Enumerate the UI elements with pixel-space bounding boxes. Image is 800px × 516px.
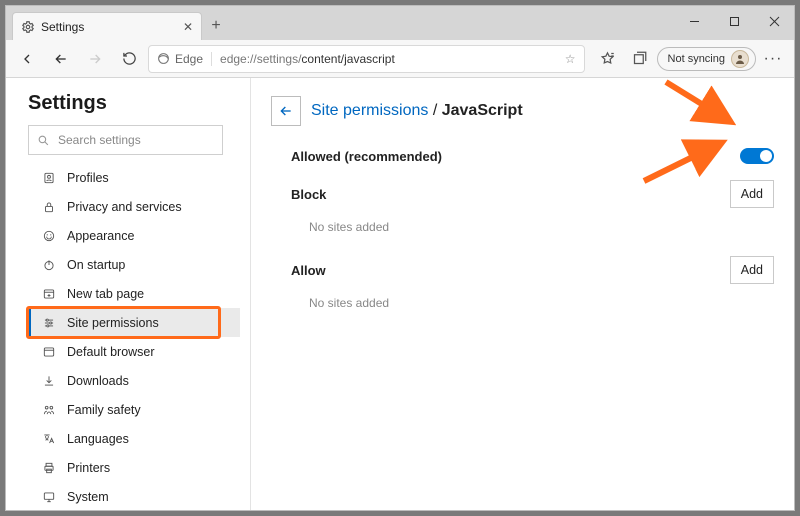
allowed-toggle[interactable] [740, 148, 774, 164]
search-placeholder: Search settings [58, 133, 141, 147]
sidebar-item-label: Downloads [67, 374, 129, 388]
allow-row: Allow Add [271, 248, 774, 292]
allowed-row: Allowed (recommended) [271, 140, 774, 172]
sidebar-item-label: Family safety [67, 403, 141, 417]
breadcrumb-back-button[interactable] [271, 96, 301, 126]
sidebar-item-label: On startup [67, 258, 125, 272]
block-row: Block Add [271, 172, 774, 216]
titlebar: Settings ✕ + [6, 6, 794, 40]
refresh-button[interactable] [114, 44, 144, 74]
address-bar[interactable]: Edge edge://settings/content/javascript … [148, 45, 585, 73]
more-menu-button[interactable]: ··· [758, 44, 788, 74]
sidebar-item-system[interactable]: System [28, 482, 240, 510]
nav-back-arrow[interactable] [46, 44, 76, 74]
nav-back-button[interactable] [12, 44, 42, 74]
appearance-icon [41, 229, 56, 243]
site-identity: Edge [157, 52, 212, 66]
system-icon [41, 490, 56, 504]
block-add-button[interactable]: Add [730, 180, 774, 208]
content-area: Settings Search settings Profiles Privacy… [6, 78, 794, 510]
printer-icon [41, 461, 56, 475]
power-icon [41, 258, 56, 272]
sidebar-item-label: Printers [67, 461, 110, 475]
sidebar-item-family-safety[interactable]: Family safety [28, 395, 240, 424]
sidebar-item-privacy-and-services[interactable]: Privacy and services [28, 192, 240, 221]
sidebar-item-label: New tab page [67, 287, 144, 301]
sidebar-item-appearance[interactable]: Appearance [28, 221, 240, 250]
browser-label: Edge [175, 52, 203, 66]
browser-window: Settings ✕ + Edge edge://settings/conten… [5, 5, 795, 511]
search-icon [37, 134, 50, 147]
profiles-icon [41, 171, 56, 185]
sidebar-item-new-tab-page[interactable]: New tab page [28, 279, 240, 308]
allowed-label: Allowed (recommended) [291, 149, 442, 164]
sidebar-item-label: Default browser [67, 345, 155, 359]
block-empty-text: No sites added [271, 216, 774, 248]
block-label: Block [291, 187, 326, 202]
settings-search[interactable]: Search settings [28, 125, 223, 155]
window-controls [674, 6, 794, 36]
breadcrumb: Site permissions / JavaScript [311, 102, 523, 120]
languages-icon [41, 432, 56, 446]
browser-icon [41, 345, 56, 359]
sidebar-item-printers[interactable]: Printers [28, 453, 240, 482]
breadcrumb-current: JavaScript [442, 102, 523, 119]
breadcrumb-link[interactable]: Site permissions [311, 102, 428, 119]
newtab-icon [41, 287, 56, 301]
maximize-button[interactable] [714, 6, 754, 36]
avatar [731, 50, 749, 68]
sidebar-item-label: Appearance [67, 229, 134, 243]
allow-empty-text: No sites added [271, 292, 774, 324]
edge-icon [157, 52, 170, 65]
sidebar-item-label: Languages [67, 432, 129, 446]
download-icon [41, 374, 56, 388]
favorite-star-icon[interactable]: ☆ [565, 52, 576, 66]
toolbar: Edge edge://settings/content/javascript … [6, 40, 794, 78]
new-tab-button[interactable]: + [202, 12, 230, 40]
sidebar-item-label: Site permissions [67, 316, 159, 330]
favorites-icon[interactable] [593, 44, 623, 74]
settings-heading: Settings [28, 92, 240, 115]
minimize-button[interactable] [674, 6, 714, 36]
gear-icon [21, 20, 35, 34]
sidebar-item-label: System [67, 490, 109, 504]
url-text: edge://settings/content/javascript [220, 52, 395, 66]
sidebar-item-on-startup[interactable]: On startup [28, 250, 240, 279]
sidebar-item-downloads[interactable]: Downloads [28, 366, 240, 395]
collections-icon[interactable] [625, 44, 655, 74]
allow-label: Allow [291, 263, 326, 278]
close-window-button[interactable] [754, 6, 794, 36]
sidebar-item-label: Profiles [67, 171, 109, 185]
sync-label: Not syncing [668, 53, 725, 65]
close-tab-icon[interactable]: ✕ [183, 20, 193, 34]
settings-nav: Profiles Privacy and services Appearance On… [28, 163, 240, 510]
sidebar-item-profiles[interactable]: Profiles [28, 163, 240, 192]
browser-tab[interactable]: Settings ✕ [12, 12, 202, 40]
sidebar-item-label: Privacy and services [67, 200, 182, 214]
settings-main: Site permissions / JavaScript Allowed (r… [251, 78, 794, 510]
sidebar-item-site-permissions[interactable]: Site permissions [28, 308, 240, 337]
allow-add-button[interactable]: Add [730, 256, 774, 284]
sidebar-item-default-browser[interactable]: Default browser [28, 337, 240, 366]
profile-sync-pill[interactable]: Not syncing [657, 47, 756, 71]
tab-title: Settings [41, 20, 84, 34]
tune-icon [41, 316, 56, 330]
settings-sidebar: Settings Search settings Profiles Privacy… [6, 78, 251, 510]
family-icon [41, 403, 56, 417]
sidebar-item-languages[interactable]: Languages [28, 424, 240, 453]
lock-icon [41, 200, 56, 214]
nav-forward-button [80, 44, 110, 74]
